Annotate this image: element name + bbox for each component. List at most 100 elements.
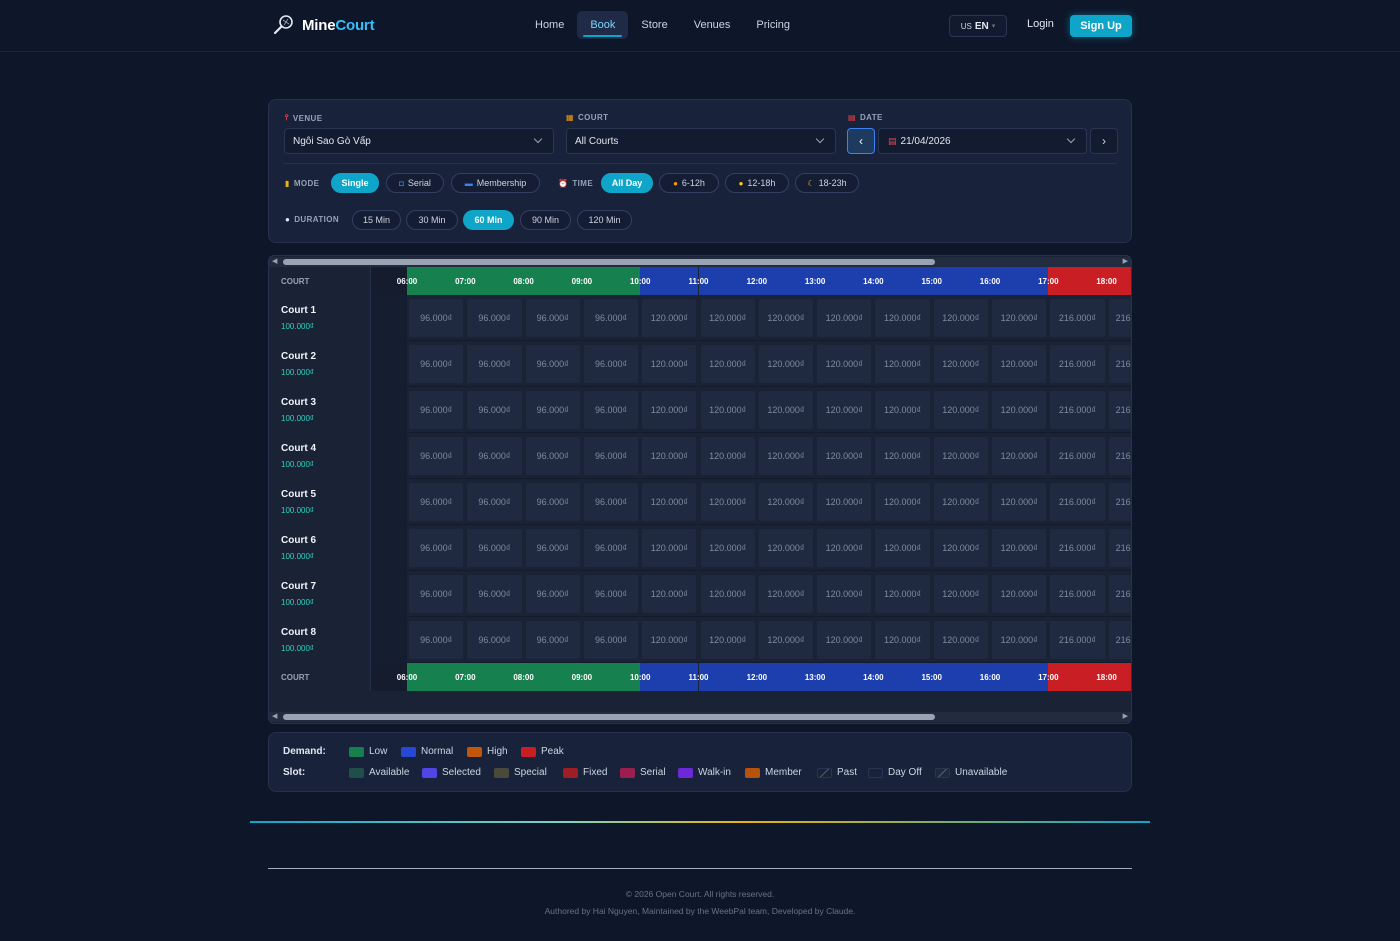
time-slot[interactable]: 96.000₫ <box>409 299 464 337</box>
time-slot[interactable]: 120.000₫ <box>758 621 814 659</box>
time-slot[interactable]: 96.000₫ <box>583 299 639 337</box>
time-slot[interactable]: 120.000₫ <box>875 345 930 383</box>
next-date-button[interactable]: › <box>1090 128 1118 154</box>
time-slot[interactable]: 96.000₫ <box>525 437 580 475</box>
time-slot[interactable]: 120.000₫ <box>700 621 755 659</box>
time-slot[interactable]: 120.000₫ <box>642 621 697 659</box>
time-slot[interactable]: 120.000₫ <box>700 575 755 613</box>
time-slot[interactable]: 216.000₫ <box>1050 529 1105 567</box>
time-slot[interactable]: 120.000₫ <box>642 345 697 383</box>
time-slot[interactable]: 216.000₫ <box>1108 529 1131 567</box>
time-slot[interactable]: 96.000₫ <box>525 391 580 429</box>
time-slot[interactable]: 120.000₫ <box>642 483 697 521</box>
scroll-thumb[interactable] <box>283 259 935 265</box>
time-slot[interactable]: 96.000₫ <box>467 575 522 613</box>
time-slot[interactable]: 96.000₫ <box>409 621 464 659</box>
time-slot[interactable]: 216.000₫ <box>1108 483 1131 521</box>
time-slot[interactable]: 216.000₫ <box>1050 391 1105 429</box>
time-slot[interactable]: 120.000₫ <box>992 483 1047 521</box>
time-slot[interactable]: 216.000₫ <box>1108 621 1131 659</box>
time-slot[interactable]: 96.000₫ <box>583 621 639 659</box>
duration-30[interactable]: 30 Min <box>406 210 458 230</box>
duration-90[interactable]: 90 Min <box>520 210 571 230</box>
time-slot[interactable]: 96.000₫ <box>409 483 464 521</box>
venue-select[interactable]: Ngôi Sao Gò Vấp <box>284 128 554 154</box>
time-slot[interactable]: 120.000₫ <box>758 391 814 429</box>
time-slot[interactable]: 120.000₫ <box>992 299 1047 337</box>
time-evening[interactable]: ☾ 18-23h <box>795 173 859 193</box>
time-slot[interactable]: 120.000₫ <box>758 575 814 613</box>
time-slot[interactable]: 96.000₫ <box>467 391 522 429</box>
time-slot[interactable]: 120.000₫ <box>642 575 697 613</box>
signup-button[interactable]: Sign Up <box>1070 15 1132 37</box>
scroll-left-icon[interactable]: ◀ <box>272 257 277 267</box>
time-slot[interactable]: 120.000₫ <box>933 483 988 521</box>
time-slot[interactable]: 96.000₫ <box>525 575 580 613</box>
time-slot[interactable]: 96.000₫ <box>467 529 522 567</box>
time-slot[interactable]: 120.000₫ <box>933 437 988 475</box>
time-slot[interactable]: 120.000₫ <box>817 437 872 475</box>
time-slot[interactable]: 120.000₫ <box>700 345 755 383</box>
time-slot[interactable]: 96.000₫ <box>467 345 522 383</box>
time-slot[interactable]: 120.000₫ <box>817 483 872 521</box>
time-slot[interactable]: 96.000₫ <box>409 391 464 429</box>
time-slot[interactable]: 120.000₫ <box>933 299 988 337</box>
nav-store[interactable]: Store <box>628 11 680 39</box>
time-slot[interactable]: 120.000₫ <box>758 437 814 475</box>
time-slot[interactable]: 96.000₫ <box>525 483 580 521</box>
time-slot[interactable]: 216.000₫ <box>1050 621 1105 659</box>
time-slot[interactable]: 96.000₫ <box>467 299 522 337</box>
nav-home[interactable]: Home <box>522 11 577 39</box>
time-slot[interactable]: 120.000₫ <box>642 437 697 475</box>
time-slot[interactable]: 120.000₫ <box>992 345 1047 383</box>
mode-membership[interactable]: ▬ Membership <box>451 173 540 193</box>
time-slot[interactable]: 120.000₫ <box>875 299 930 337</box>
time-slot[interactable]: 96.000₫ <box>583 575 639 613</box>
time-slot[interactable]: 120.000₫ <box>933 529 988 567</box>
time-slot[interactable]: 96.000₫ <box>525 529 580 567</box>
date-select[interactable]: ▤ 21/04/2026 <box>878 128 1087 154</box>
time-slot[interactable]: 120.000₫ <box>700 299 755 337</box>
time-slot[interactable]: 96.000₫ <box>467 621 522 659</box>
time-slot[interactable]: 120.000₫ <box>933 391 988 429</box>
time-slot[interactable]: 96.000₫ <box>583 391 639 429</box>
time-slot[interactable]: 96.000₫ <box>409 437 464 475</box>
time-slot[interactable]: 120.000₫ <box>700 437 755 475</box>
time-slot[interactable]: 96.000₫ <box>467 437 522 475</box>
time-slot[interactable]: 216.000₫ <box>1050 299 1105 337</box>
scroll-left-icon[interactable]: ◀ <box>272 712 277 722</box>
login-link[interactable]: Login <box>1027 18 1054 30</box>
time-slot[interactable]: 216.000₫ <box>1108 299 1131 337</box>
time-slot[interactable]: 120.000₫ <box>992 437 1047 475</box>
time-slot[interactable]: 120.000₫ <box>817 575 872 613</box>
time-slot[interactable]: 120.000₫ <box>817 529 872 567</box>
time-slot[interactable]: 96.000₫ <box>525 621 580 659</box>
duration-120[interactable]: 120 Min <box>577 210 632 230</box>
time-slot[interactable]: 120.000₫ <box>992 529 1047 567</box>
time-morning[interactable]: ● 6-12h <box>659 173 719 193</box>
language-select[interactable]: US EN ▾ <box>949 15 1007 37</box>
time-slot[interactable]: 216.000₫ <box>1108 345 1131 383</box>
time-slot[interactable]: 216.000₫ <box>1050 345 1105 383</box>
time-slot[interactable]: 120.000₫ <box>992 575 1047 613</box>
time-slot[interactable]: 120.000₫ <box>700 391 755 429</box>
grid-scrollbar-top[interactable]: ◀ ▶ <box>269 257 1131 267</box>
prev-date-button[interactable]: ‹ <box>847 128 875 154</box>
time-slot[interactable]: 96.000₫ <box>409 345 464 383</box>
time-slot[interactable]: 120.000₫ <box>992 391 1047 429</box>
time-slot[interactable]: 96.000₫ <box>525 299 580 337</box>
time-slot[interactable]: 120.000₫ <box>933 621 988 659</box>
scroll-right-icon[interactable]: ▶ <box>1123 257 1128 267</box>
time-slot[interactable]: 120.000₫ <box>875 575 930 613</box>
scroll-right-icon[interactable]: ▶ <box>1123 712 1128 722</box>
time-slot[interactable]: 96.000₫ <box>583 529 639 567</box>
time-slot[interactable]: 120.000₫ <box>700 529 755 567</box>
duration-15[interactable]: 15 Min <box>352 210 401 230</box>
nav-venues[interactable]: Venues <box>681 11 744 39</box>
time-slot[interactable]: 120.000₫ <box>758 483 814 521</box>
time-slot[interactable]: 120.000₫ <box>933 345 988 383</box>
time-slot[interactable]: 120.000₫ <box>642 391 697 429</box>
grid-scrollbar-bottom[interactable]: ◀ ▶ <box>269 712 1131 722</box>
time-slot[interactable]: 120.000₫ <box>992 621 1047 659</box>
nav-book[interactable]: Book <box>577 11 629 39</box>
